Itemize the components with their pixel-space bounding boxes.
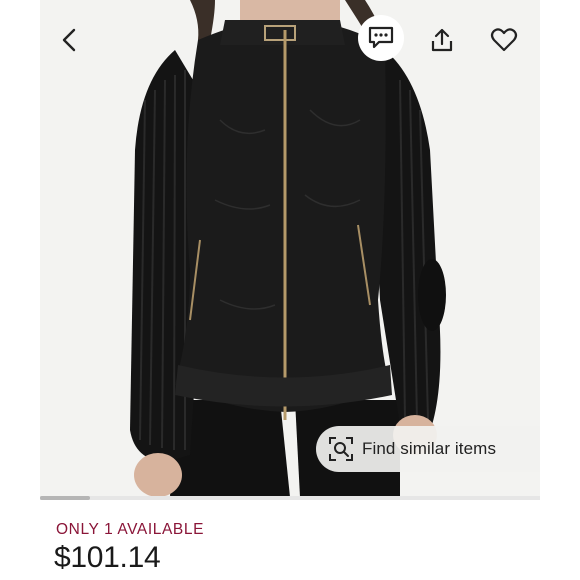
- heart-icon: [490, 28, 518, 52]
- find-similar-items-label: Find similar items: [362, 439, 497, 458]
- product-photo[interactable]: [40, 0, 540, 497]
- price: $101.14: [54, 541, 161, 574]
- image-carousel-progress: [40, 496, 540, 500]
- jacket-image: [130, 0, 446, 497]
- find-similar-items-button[interactable]: Find similar items: [316, 426, 540, 472]
- message-icon: [368, 26, 394, 49]
- image-carousel-progress-fill: [40, 496, 90, 500]
- share-icon: [431, 28, 453, 52]
- message-seller-button[interactable]: [358, 15, 404, 61]
- share-button[interactable]: [420, 18, 464, 62]
- chevron-left-icon: [62, 28, 76, 52]
- favorite-button[interactable]: [482, 18, 526, 62]
- visual-search-icon: [329, 437, 353, 461]
- availability-text: ONLY 1 AVAILABLE: [56, 521, 205, 538]
- back-button[interactable]: [48, 18, 92, 62]
